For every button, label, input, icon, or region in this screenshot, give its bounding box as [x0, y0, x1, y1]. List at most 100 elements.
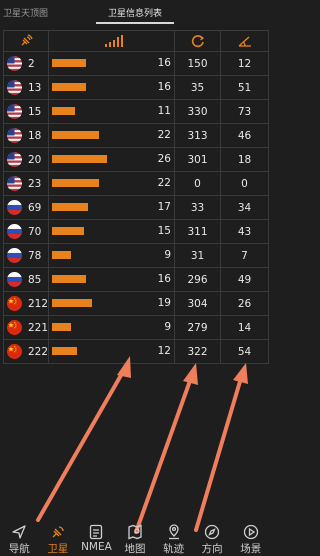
- arrow-elevation-head: [233, 363, 248, 384]
- nav-label: 轨迹: [163, 543, 185, 555]
- azimuth-header[interactable]: [174, 30, 221, 52]
- elevation-value: 43: [220, 219, 269, 244]
- elevation-value: 0: [220, 171, 269, 196]
- snr-cell: 16: [48, 51, 175, 76]
- prn-value: 23: [28, 177, 42, 190]
- snr-cell: 12: [48, 339, 175, 364]
- country-flag-icon: [7, 344, 22, 359]
- nmea-document-icon: [90, 524, 103, 540]
- snr-value: 22: [157, 129, 171, 141]
- snr-cell: 22: [48, 171, 175, 196]
- azimuth-value: 311: [174, 219, 221, 244]
- elevation-icon: [238, 36, 251, 47]
- nav-satellite[interactable]: 卫星: [39, 520, 78, 556]
- prn-cell: 69: [3, 195, 49, 220]
- tab-satellite-list[interactable]: 卫星信息列表: [108, 6, 162, 19]
- satellite-header[interactable]: [3, 30, 49, 52]
- prn-cell: 70: [3, 219, 49, 244]
- nav-navigation[interactable]: 导航: [0, 520, 39, 556]
- snr-bar: [52, 227, 84, 235]
- snr-bar: [52, 203, 88, 211]
- snr-value: 26: [157, 153, 171, 165]
- nav-direction[interactable]: 方向: [193, 520, 232, 556]
- nav-label: 场景: [240, 543, 262, 555]
- snr-cell: 16: [48, 267, 175, 292]
- table-row[interactable]: 20 26 301 18: [3, 147, 269, 172]
- prn-value: 85: [28, 273, 42, 286]
- prn-cell: 2: [3, 51, 49, 76]
- table-row[interactable]: 85 16 296 49: [3, 267, 269, 292]
- table-row[interactable]: 222 12 322 54: [3, 339, 269, 364]
- satellite-icon: [21, 34, 33, 46]
- table-row[interactable]: 221 9 279 14: [3, 315, 269, 340]
- snr-value: 9: [164, 249, 171, 261]
- tab-sky-view[interactable]: 卫星天顶图: [3, 6, 48, 19]
- snr-bar: [52, 299, 92, 307]
- snr-cell: 19: [48, 291, 175, 316]
- snr-cell: 17: [48, 195, 175, 220]
- country-flag-icon: [7, 224, 22, 239]
- snr-cell: 22: [48, 123, 175, 148]
- prn-cell: 222: [3, 339, 49, 364]
- prn-value: 2: [28, 57, 35, 70]
- table-row[interactable]: 78 9 31 7: [3, 243, 269, 268]
- navigation-icon: [12, 525, 26, 539]
- snr-value: 16: [157, 81, 171, 93]
- azimuth-value: 301: [174, 147, 221, 172]
- azimuth-value: 31: [174, 243, 221, 268]
- prn-cell: 15: [3, 99, 49, 124]
- table-row[interactable]: 13 16 35 51: [3, 75, 269, 100]
- nav-track[interactable]: 轨迹: [154, 520, 193, 556]
- elevation-value: 26: [220, 291, 269, 316]
- snr-bar: [52, 83, 86, 91]
- table-row[interactable]: 15 11 330 73: [3, 99, 269, 124]
- table-row[interactable]: 212 19 304 26: [3, 291, 269, 316]
- prn-value: 15: [28, 105, 42, 118]
- country-flag-icon: [7, 56, 22, 71]
- nav-label: 地图: [124, 543, 146, 555]
- table-row[interactable]: 69 17 33 34: [3, 195, 269, 220]
- snr-value: 19: [157, 297, 171, 309]
- snr-value: 16: [157, 273, 171, 285]
- snr-bar: [52, 347, 77, 355]
- nav-map[interactable]: 地图: [116, 520, 155, 556]
- snr-bar: [52, 131, 99, 139]
- elevation-value: 73: [220, 99, 269, 124]
- table-row[interactable]: 2 16 150 12: [3, 51, 269, 76]
- prn-cell: 20: [3, 147, 49, 172]
- elevation-header[interactable]: [220, 30, 269, 52]
- signal-header[interactable]: [48, 30, 175, 52]
- arrow-snr: [36, 368, 126, 522]
- prn-value: 13: [28, 81, 42, 94]
- snr-bar: [52, 323, 71, 331]
- prn-cell: 212: [3, 291, 49, 316]
- nav-nmea[interactable]: NMEA: [77, 520, 116, 556]
- elevation-value: 46: [220, 123, 269, 148]
- snr-value: 22: [157, 177, 171, 189]
- snr-value: 12: [157, 345, 171, 357]
- prn-cell: 221: [3, 315, 49, 340]
- table-row[interactable]: 18 22 313 46: [3, 123, 269, 148]
- azimuth-value: 304: [174, 291, 221, 316]
- elevation-value: 34: [220, 195, 269, 220]
- prn-value: 69: [28, 201, 42, 214]
- arrow-azimuth-head: [183, 363, 198, 385]
- azimuth-value: 313: [174, 123, 221, 148]
- table-row[interactable]: 23 22 0 0: [3, 171, 269, 196]
- nav-scene[interactable]: 场景: [231, 520, 270, 556]
- nav-label: NMEA: [81, 541, 112, 553]
- country-flag-icon: [7, 80, 22, 95]
- satellite-table: 2 16 150 12 13 16 35 51 15 11 330 73 18 22 313 46 20 26 30…: [3, 30, 269, 364]
- snr-cell: 11: [48, 99, 175, 124]
- azimuth-value: 0: [174, 171, 221, 196]
- snr-cell: 9: [48, 243, 175, 268]
- azimuth-value: 296: [174, 267, 221, 292]
- nav-label: 方向: [201, 543, 223, 555]
- table-row[interactable]: 70 15 311 43: [3, 219, 269, 244]
- azimuth-value: 35: [174, 75, 221, 100]
- snr-value: 15: [157, 225, 171, 237]
- map-icon: [128, 524, 142, 540]
- country-flag-icon: [7, 152, 22, 167]
- satellite-icon: [52, 526, 64, 538]
- prn-value: 222: [28, 345, 49, 358]
